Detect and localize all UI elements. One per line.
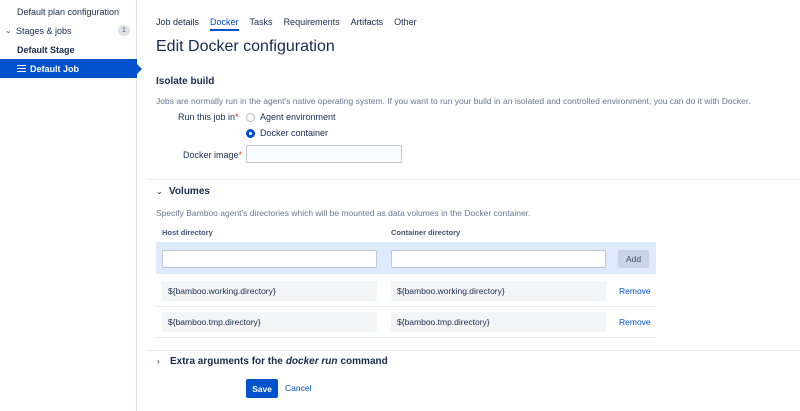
docker-image-label-text: Docker image: [183, 150, 239, 160]
host-directory-input[interactable]: [162, 250, 377, 268]
host-directory-header: Host directory: [162, 228, 213, 237]
page-title: Edit Docker configuration: [156, 38, 335, 55]
tab-requirements[interactable]: Requirements: [284, 15, 340, 31]
radio-button[interactable]: [246, 112, 255, 122]
container-directory-cell: ${bamboo.working.directory}: [391, 281, 606, 301]
sidebar-item-label: Default Stage: [17, 44, 75, 55]
docker-image-label: Docker image*: [183, 150, 242, 160]
container-directory-input[interactable]: [391, 250, 606, 268]
container-directory-header: Container directory: [391, 228, 461, 237]
container-directory-cell: ${bamboo.tmp.directory}: [391, 312, 606, 332]
tab-other[interactable]: Other: [394, 15, 417, 31]
tab-job-details[interactable]: Job details: [156, 15, 199, 31]
remove-volume-link[interactable]: Remove: [619, 317, 651, 327]
docker-image-input[interactable]: [246, 145, 402, 163]
selection-caret: [137, 64, 142, 74]
volumes-toggle[interactable]: ⌄ Volumes: [156, 186, 210, 197]
run-job-in-label: Run this job in*: [178, 112, 239, 122]
chevron-down-icon: ⌄: [156, 187, 163, 196]
extra-arguments-prefix: Extra arguments for the: [170, 356, 283, 367]
radio-label: Agent environment: [260, 112, 336, 122]
radio-label: Docker container: [260, 128, 329, 138]
host-directory-cell: ${bamboo.tmp.directory}: [162, 312, 377, 332]
sidebar-item-default-stage[interactable]: Default Stage: [0, 40, 137, 59]
isolate-build-description: Jobs are normally run in the agent's nat…: [156, 96, 751, 106]
add-volume-button[interactable]: Add: [618, 250, 649, 268]
list-icon: [17, 64, 26, 73]
section-divider: [146, 179, 800, 180]
extra-arguments-toggle[interactable]: › Extra arguments for the docker run com…: [157, 356, 388, 367]
chevron-down-icon[interactable]: ⌄: [5, 26, 16, 35]
sidebar-item-default-job[interactable]: Default Job: [0, 59, 142, 78]
required-mark: *: [238, 150, 243, 160]
tab-docker[interactable]: Docker: [210, 15, 239, 31]
sidebar-item-label: Default plan configuration: [17, 6, 120, 17]
row-divider: [156, 337, 656, 338]
sidebar-item-stages-jobs[interactable]: ⌄ Stages & jobs 1: [0, 21, 137, 40]
volumes-heading: Volumes: [169, 186, 210, 197]
radio-agent-environment[interactable]: Agent environment: [246, 112, 336, 122]
sidebar-item-label: Stages & jobs: [16, 25, 72, 36]
count-badge: 1: [118, 25, 130, 36]
required-mark: *: [235, 112, 239, 122]
sidebar-item-plan-configuration[interactable]: Default plan configuration: [0, 2, 137, 21]
row-divider: [156, 306, 656, 307]
section-divider: [146, 350, 800, 351]
cancel-link[interactable]: Cancel: [285, 383, 311, 393]
radio-button-selected[interactable]: [246, 128, 255, 138]
extra-arguments-suffix: command: [340, 356, 388, 367]
run-job-in-label-text: Run this job in: [178, 112, 236, 122]
tab-artifacts[interactable]: Artifacts: [351, 15, 384, 31]
extra-arguments-command: docker run: [285, 356, 338, 367]
radio-docker-container[interactable]: Docker container: [246, 128, 328, 138]
isolate-build-heading: Isolate build: [156, 76, 215, 87]
tab-tasks[interactable]: Tasks: [250, 15, 273, 31]
volumes-description: Specify Bamboo agent's directories which…: [156, 208, 531, 218]
chevron-right-icon: ›: [157, 357, 160, 366]
save-button[interactable]: Save: [246, 379, 278, 398]
sidebar: Default plan configuration ⌄ Stages & jo…: [0, 0, 142, 411]
remove-volume-link[interactable]: Remove: [619, 286, 651, 296]
tab-bar: Job details Docker Tasks Requirements Ar…: [156, 15, 428, 31]
host-directory-cell: ${bamboo.working.directory}: [162, 281, 377, 301]
sidebar-item-label: Default Job: [30, 63, 80, 74]
